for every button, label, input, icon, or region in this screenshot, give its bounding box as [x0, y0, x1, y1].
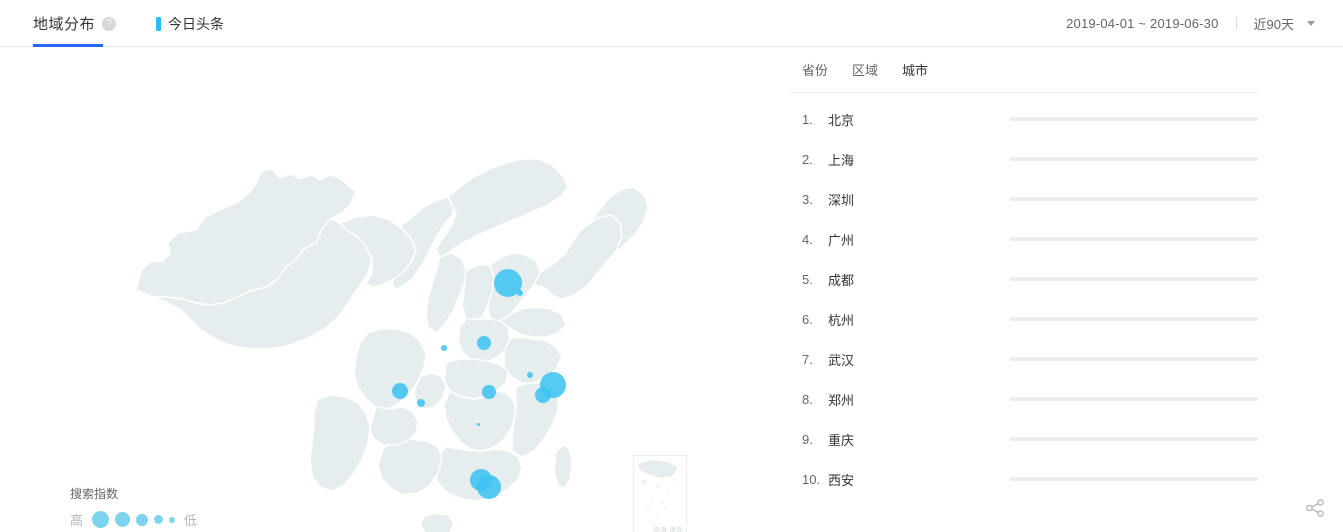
map-legend-scale: 高 低 [70, 510, 197, 529]
series-legend-label: 今日头条 [168, 15, 225, 32]
page-header: 地域分布 ? 今日头条 2019-04-01 ~ 2019-06-30 近90天 [0, 0, 1343, 47]
share-icon[interactable] [1303, 496, 1327, 520]
china-map-panel[interactable]: 南海 诸岛 搜索指数 高 低 [0, 47, 780, 532]
map-legend-low-label: 低 [184, 513, 198, 528]
map-bubble-changsha[interactable] [477, 423, 480, 426]
rank-bar-track [1010, 477, 1258, 481]
rank-bar-track [1010, 157, 1258, 161]
tab-geo-distribution[interactable]: 地域分布 ? [33, 0, 117, 47]
rank-city-name: 郑州 [828, 392, 855, 408]
rank-index: 1. [802, 111, 813, 127]
city-rank-list: 1. 北京 2. 上海 3. 深圳 4. 广州 5. 成都 6. 杭州 7. 武… [790, 93, 1260, 499]
series-legend-toutiao[interactable]: 今日头条 [156, 0, 224, 47]
rank-index: 4. [802, 231, 813, 247]
rank-city-name: 重庆 [828, 432, 855, 448]
table-row[interactable]: 6. 杭州 [790, 299, 1260, 339]
tab-region[interactable]: 区域 [852, 60, 878, 79]
map-legend-high-label: 高 [70, 513, 84, 528]
range-preset-label: 近90天 [1253, 17, 1294, 32]
rank-bar-track [1010, 237, 1258, 241]
rank-index: 3. [802, 191, 813, 207]
rank-index: 10. [802, 471, 821, 487]
region-rank-panel: 省份 区域 城市 1. 北京 2. 上海 3. 深圳 4. 广州 5. 成都 6… [790, 47, 1260, 532]
tab-geo-distribution-label: 地域分布 [33, 16, 96, 33]
legend-dot-2-icon [115, 512, 131, 527]
table-row[interactable]: 10. 西安 [790, 459, 1260, 499]
date-range-text[interactable]: 2019-04-01 ~ 2019-06-30 [1066, 16, 1218, 31]
rank-city-name: 杭州 [828, 312, 855, 328]
table-row[interactable]: 1. 北京 [790, 99, 1260, 139]
rank-city-name: 上海 [828, 152, 855, 168]
table-row[interactable]: 5. 成都 [790, 259, 1260, 299]
rank-city-name: 西安 [828, 472, 855, 488]
table-row[interactable]: 4. 广州 [790, 219, 1260, 259]
inset-map-svg [638, 460, 678, 526]
rank-bar-track [1010, 197, 1258, 201]
table-row[interactable]: 3. 深圳 [790, 179, 1260, 219]
table-row[interactable]: 8. 郑州 [790, 379, 1260, 419]
map-bubble-xian[interactable] [441, 345, 447, 351]
rank-index: 2. [802, 151, 813, 167]
tab-city[interactable]: 城市 [902, 60, 928, 79]
rank-index: 5. [802, 271, 813, 287]
inset-map-label: 南海 诸岛 [653, 527, 683, 532]
map-bubble-tianjin[interactable] [517, 290, 523, 296]
table-row[interactable]: 7. 武汉 [790, 339, 1260, 379]
map-bubble-shenzhen[interactable] [477, 475, 501, 499]
rank-city-name: 武汉 [828, 352, 855, 368]
rank-index: 8. [802, 391, 813, 407]
geo-distribution-page: 地域分布 ? 今日头条 2019-04-01 ~ 2019-06-30 近90天 [0, 0, 1343, 532]
question-mark-icon[interactable]: ? [102, 17, 117, 31]
chevron-down-icon [1307, 21, 1315, 26]
map-bubble-chongqing[interactable] [417, 399, 425, 407]
map-bubble-shanghai[interactable] [540, 372, 566, 398]
legend-dot-5-icon [169, 516, 176, 523]
rank-bar-track [1010, 117, 1258, 121]
region-level-tabs: 省份 区域 城市 [790, 47, 1260, 93]
header-divider [1235, 17, 1237, 30]
map-bubble-zhengzhou[interactable] [477, 336, 491, 350]
table-row[interactable]: 2. 上海 [790, 139, 1260, 179]
rank-bar-track [1010, 437, 1258, 441]
tab-province[interactable]: 省份 [802, 60, 828, 79]
rank-city-name: 广州 [828, 232, 855, 248]
rank-bar-track [1010, 397, 1258, 401]
map-bubble-wuhan[interactable] [482, 385, 496, 399]
rank-index: 9. [802, 431, 813, 447]
series-color-swatch-icon [156, 16, 162, 31]
rank-bar-track [1010, 357, 1258, 361]
rank-index: 7. [802, 351, 813, 367]
rank-bar-track [1010, 277, 1258, 281]
rank-city-name: 深圳 [828, 192, 855, 208]
map-bubble-nanjing[interactable] [527, 372, 533, 378]
south-china-sea-inset-map: 南海 诸岛 [633, 455, 687, 532]
rank-city-name: 北京 [828, 112, 855, 128]
map-size-legend: 搜索指数 高 低 [70, 485, 197, 529]
share-icon-svg [1306, 499, 1324, 517]
map-legend-title: 搜索指数 [70, 487, 119, 501]
map-bubble-chengdu[interactable] [392, 383, 408, 399]
table-row[interactable]: 9. 重庆 [790, 419, 1260, 459]
rank-city-name: 成都 [828, 272, 855, 288]
legend-dot-3-icon [136, 513, 149, 526]
header-right-group: 2019-04-01 ~ 2019-06-30 近90天 [1066, 0, 1315, 47]
rank-index: 6. [802, 311, 813, 327]
page-body: 南海 诸岛 搜索指数 高 低 省份 区域 城市 1. 北京 2. 上海 3. 深… [0, 47, 1343, 532]
range-preset-select[interactable]: 近90天 [1254, 14, 1315, 33]
legend-dot-4-icon [154, 515, 164, 524]
map-legend-dots [89, 511, 178, 528]
header-left-group: 地域分布 ? 今日头条 [33, 0, 224, 47]
rank-bar-track [1010, 317, 1258, 321]
legend-dot-1-icon [92, 511, 110, 528]
